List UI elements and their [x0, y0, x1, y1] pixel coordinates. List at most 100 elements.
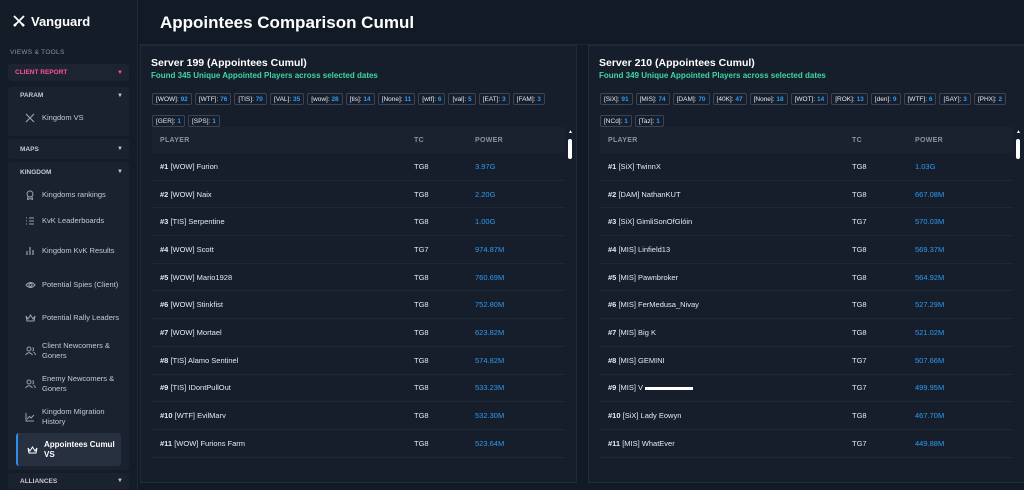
alliance-tag[interactable]: [NCd]: 1	[600, 115, 632, 127]
scrollbar[interactable]: ▲	[568, 129, 573, 469]
award-icon	[24, 189, 36, 201]
alliance-tag[interactable]: [val]: 5	[448, 93, 476, 105]
power-cell: 564.92M	[915, 272, 945, 282]
scroll-up-icon[interactable]: ▲	[1016, 129, 1021, 135]
sidebar-item-kingdom-migration-history[interactable]: Kingdom Migration History	[8, 400, 129, 433]
alliance-tag[interactable]: [WTF]: 6	[903, 93, 937, 105]
player-name: [WOW] Stinkfist	[170, 300, 223, 310]
player-rank: #3	[160, 217, 169, 227]
player-name: [WOW] Furion	[170, 161, 218, 171]
player-cell: #10 [WTF] EvilMarv	[152, 411, 414, 420]
player-cell: #3 [TIS] Serpentine	[152, 217, 414, 226]
table-row[interactable]: #6 [MIS] FerMedusa_Nivay TG8 527.29M	[600, 291, 1013, 320]
maps-group: MAPS ▼	[8, 139, 129, 159]
table-row[interactable]: #5 [MIS] Pawnbroker TG8 564.92M	[600, 264, 1013, 292]
table-row[interactable]: #1 [SiX] TwinnX TG8 1.03G	[600, 153, 1013, 181]
kingdom-label: KINGDOM	[20, 168, 52, 176]
table-header: PLAYER TC POWER	[600, 127, 1013, 153]
alliance-tag[interactable]: [FAM]: 3	[512, 93, 545, 105]
app-logo[interactable]: Vanguard	[0, 0, 137, 42]
table-row[interactable]: #10 [SiX] Lady Eowyn TG8 467.70M	[600, 402, 1013, 430]
client-report-dropdown[interactable]: CLIENT REPORT ▼	[8, 64, 129, 81]
sidebar-item-kingdoms-rankings[interactable]: Kingdoms rankings	[8, 182, 129, 208]
param-group-header[interactable]: PARAM ▼	[8, 87, 129, 104]
alliance-tag[interactable]: [tis]: 14	[345, 93, 375, 105]
scroll-up-icon[interactable]: ▲	[568, 129, 573, 135]
alliance-tags: [WOW]: 92 [WTF]: 76 [TIS]: 70 [VAL]: 35 [wow…	[152, 88, 572, 132]
alliance-tag[interactable]: [WTF]: 76	[194, 93, 232, 105]
table-row[interactable]: #9 [TIS] IDontPullOut TG8 533.23M	[152, 375, 565, 403]
app-name: Vanguard	[31, 13, 91, 29]
alliance-tag[interactable]: [SPS]: 1	[187, 115, 220, 127]
kingdom-group: KINGDOM ▼ Kingdoms rankings KvK Leaderbo…	[8, 162, 129, 470]
table-row[interactable]: #3 [TIS] Serpentine TG8 1.00G	[152, 208, 565, 237]
table-row[interactable]: #11 [WOW] Furions Farm TG8 523.64M	[152, 430, 565, 458]
table-row[interactable]: #1 [WOW] Furion TG8 3.97G	[152, 153, 565, 181]
player-cell: #9 [TIS] IDontPullOut	[152, 383, 414, 392]
player-rank: #10	[608, 411, 621, 421]
alliance-tag[interactable]: [DAM]: 70	[672, 93, 710, 105]
alliance-tag[interactable]: [None]: 18	[749, 93, 788, 105]
sidebar-item-appointees-cumul-vs[interactable]: Appointees Cumul VS	[16, 433, 121, 466]
panel-found-count: Found 345 Unique Appointed Players acros…	[151, 71, 378, 80]
scroll-thumb[interactable]	[1016, 139, 1020, 159]
alliance-tag[interactable]: [SAY]: 3	[939, 93, 971, 105]
table-row[interactable]: #2 [WOW] Naix TG8 2.20G	[152, 181, 565, 209]
table-row[interactable]: #8 [MIS] GEMINI TG7 507.66M	[600, 347, 1013, 375]
sidebar-item-client-newcomers[interactable]: Client Newcomers & Goners	[8, 334, 129, 367]
sidebar-item-kvk-leaderboards[interactable]: KvK Leaderboards	[8, 208, 129, 234]
alliance-tag[interactable]: [PHX]: 2	[973, 93, 1007, 105]
alliance-tag[interactable]: [None]: 11	[377, 93, 416, 105]
alliances-group-header[interactable]: ALLIANCES ▼	[8, 473, 129, 489]
player-cell: #4 [MIS] Linfield13	[600, 245, 852, 254]
alliance-tag[interactable]: [ROK]: 13	[831, 93, 868, 105]
table-row[interactable]: #7 [WOW] Mortael TG8 623.82M	[152, 319, 565, 347]
alliance-tag[interactable]: [MIS]: 74	[635, 93, 670, 105]
alliance-tag[interactable]: [WOT]: 14	[790, 93, 829, 105]
alliance-tag[interactable]: [WOW]: 92	[152, 93, 192, 105]
table-row[interactable]: #5 [WOW] Mario1928 TG8 760.69M	[152, 264, 565, 292]
table-row[interactable]: #4 [WOW] Scott TG7 974.87M	[152, 236, 565, 264]
player-cell: #2 [DAM] NathanKUT	[600, 190, 852, 199]
table-row[interactable]: #9 [MIS] V TG7 499.95M	[600, 375, 1013, 403]
table-row[interactable]: #11 [MIS] WhatEver TG7 449.88M	[600, 430, 1013, 458]
alliance-tag[interactable]: [Taz]: 1	[634, 115, 664, 127]
sidebar-item-kingdom-kvk-results[interactable]: Kingdom KvK Results	[8, 234, 129, 268]
sidebar-item-label: Kingdom Migration History	[42, 407, 105, 426]
table-row[interactable]: #2 [DAM] NathanKUT TG8 667.08M	[600, 181, 1013, 209]
alliance-tag[interactable]: [VAL]: 35	[269, 93, 305, 105]
table-row[interactable]: #8 [TIS] Alamo Sentinel TG8 574.82M	[152, 347, 565, 375]
alliance-tag[interactable]: [40K]: 47	[712, 93, 747, 105]
scroll-thumb[interactable]	[568, 139, 572, 159]
sidebar-item-potential-rally-leaders[interactable]: Potential Rally Leaders	[8, 301, 129, 334]
tag-count: 14	[817, 96, 825, 103]
tag-name: [SPS]:	[191, 118, 211, 125]
tag-name: [MIS]:	[639, 96, 657, 103]
player-name: [MIS] GEMINI	[618, 355, 665, 365]
tc-cell: TG8	[414, 300, 429, 310]
table-row[interactable]: #3 [SiX] GimliSonOfGlóin TG7 570.03M	[600, 208, 1013, 237]
alliance-tag[interactable]: [SiX]: 91	[600, 93, 633, 105]
sidebar-item-kingdom-vs[interactable]: Kingdom VS	[8, 104, 129, 132]
sidebar-item-label: KvK Leaderboards	[42, 216, 105, 226]
alliance-tag[interactable]: [wtf]: 6	[418, 93, 446, 105]
table-row[interactable]: #10 [WTF] EvilMarv TG8 532.30M	[152, 402, 565, 430]
maps-label: MAPS	[20, 145, 39, 153]
table-row[interactable]: #6 [WOW] Stinkfist TG8 752.80M	[152, 291, 565, 320]
sidebar-item-potential-spies[interactable]: Potential Spies (Client)	[8, 268, 129, 301]
maps-group-header[interactable]: MAPS ▼	[8, 139, 129, 159]
alliance-tag[interactable]: [den]: 9	[870, 93, 901, 105]
table-header: PLAYER TC POWER	[152, 127, 565, 153]
alliance-tag[interactable]: [EAT]: 3	[478, 93, 510, 105]
alliance-tag[interactable]: [TIS]: 70	[234, 93, 267, 105]
kingdom-group-header[interactable]: KINGDOM ▼	[8, 162, 129, 182]
tag-count: 18	[776, 96, 784, 103]
player-cell: #11 [MIS] WhatEver	[600, 439, 852, 448]
alliance-tag[interactable]: [wow]: 28	[307, 93, 343, 105]
tag-count: 11	[404, 96, 412, 103]
scrollbar[interactable]: ▲	[1016, 129, 1021, 469]
table-row[interactable]: #4 [MIS] Linfield13 TG8 569.37M	[600, 236, 1013, 264]
table-row[interactable]: #7 [MIS] Big K TG8 521.02M	[600, 319, 1013, 347]
alliance-tag[interactable]: [GER]: 1	[152, 115, 185, 127]
sidebar-item-enemy-newcomers[interactable]: Enemy Newcomers & Goners	[8, 367, 129, 400]
